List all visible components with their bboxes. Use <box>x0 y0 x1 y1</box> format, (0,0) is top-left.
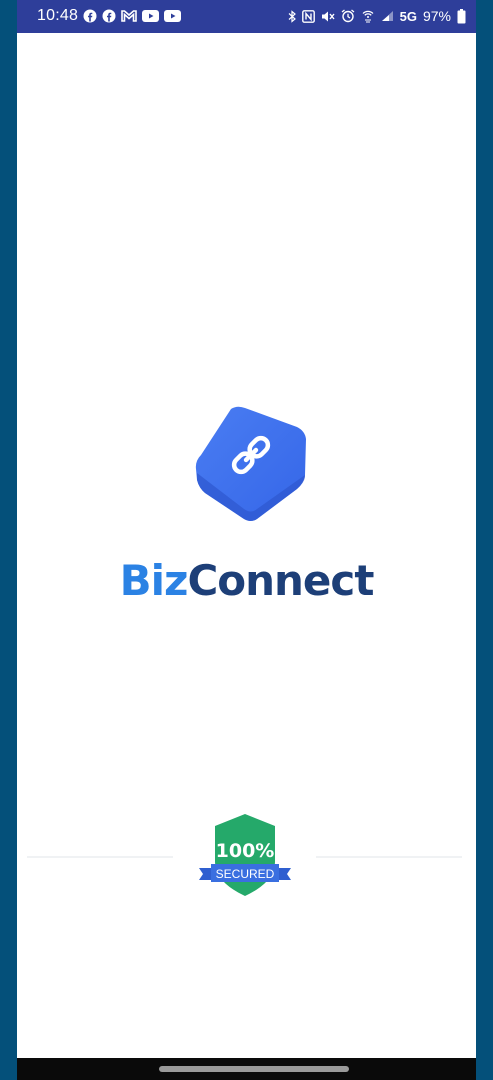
bizconnect-logo-icon <box>193 403 311 527</box>
badge-label: SECURED <box>216 867 275 881</box>
youtube-icon <box>142 10 160 22</box>
status-bar: 10:48 5G 97% <box>17 0 476 33</box>
battery-icon <box>457 8 466 24</box>
facebook-icon <box>83 9 97 23</box>
right-border <box>476 0 493 1080</box>
security-badge: 100% SECURED <box>195 812 295 900</box>
network-type: 5G <box>399 8 417 24</box>
brand-name-part2: Connect <box>187 556 374 605</box>
signal-icon <box>381 10 394 22</box>
navigation-bar <box>17 1058 476 1080</box>
alarm-icon <box>341 9 355 23</box>
bluetooth-icon <box>288 9 296 23</box>
status-time: 10:48 <box>37 7 79 24</box>
divider-right <box>316 856 462 858</box>
divider-left <box>27 856 173 858</box>
app-name: BizConnect <box>17 556 476 606</box>
mute-icon <box>321 10 335 23</box>
youtube-icon <box>164 10 182 22</box>
facebook-icon <box>102 9 116 23</box>
left-border <box>0 0 17 1080</box>
battery-percent: 97% <box>422 8 451 24</box>
wifi-calling-icon <box>361 9 375 23</box>
phone-screen: 10:48 5G 97% BizConnect 100% SECURED <box>17 0 476 1080</box>
brand-name-part1: Biz <box>119 556 189 605</box>
home-gesture-handle[interactable] <box>159 1066 349 1072</box>
badge-percent: 100% <box>216 840 275 862</box>
gmail-icon <box>121 10 137 22</box>
status-bar-left: 10:48 <box>37 7 182 25</box>
nfc-icon <box>301 9 315 23</box>
status-bar-right: 5G 97% <box>288 8 466 24</box>
